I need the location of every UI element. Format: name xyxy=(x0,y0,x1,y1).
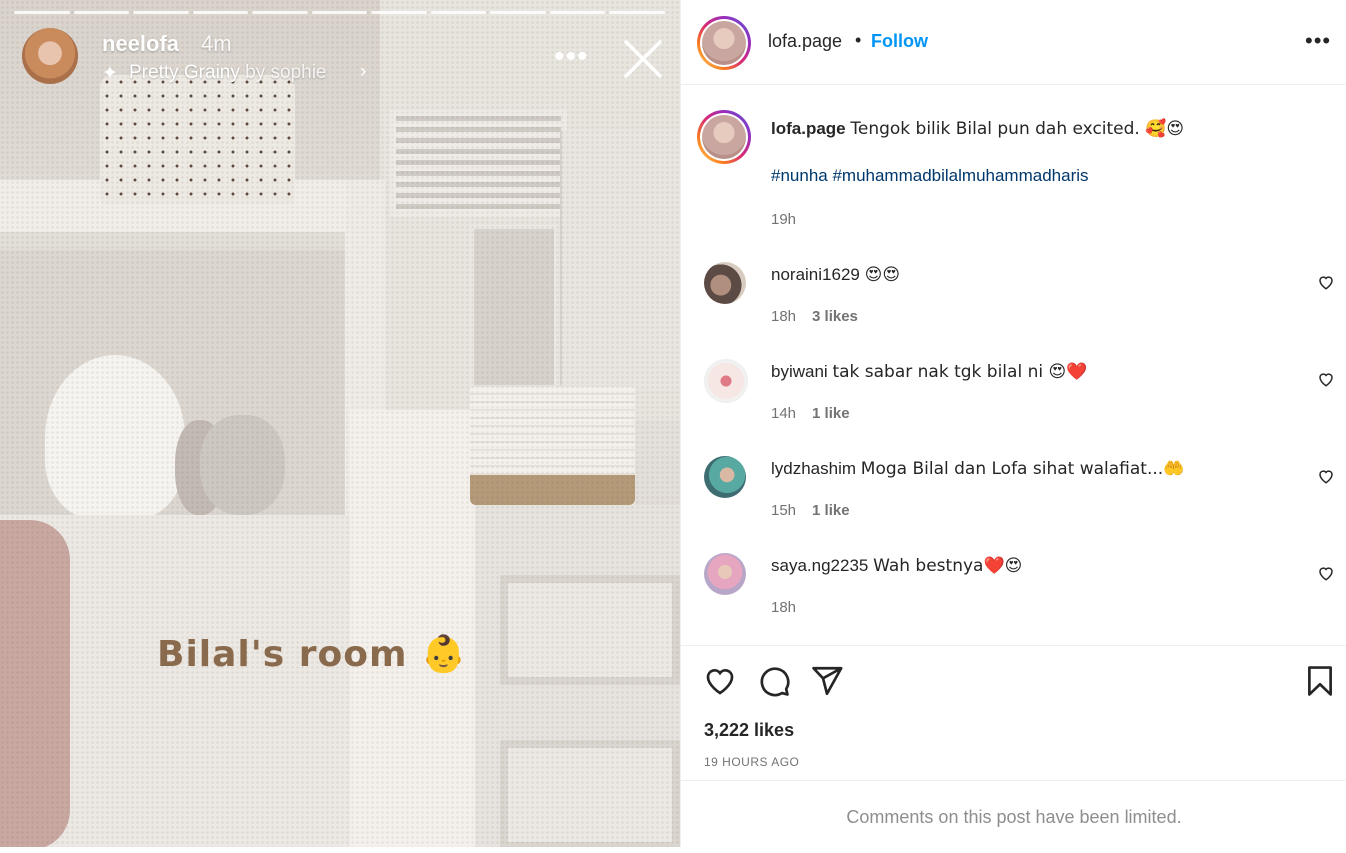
comment-username[interactable]: saya.ng2235 xyxy=(771,556,868,575)
post-username[interactable]: lofa.page xyxy=(768,31,842,52)
avatar[interactable] xyxy=(22,28,78,84)
avatar[interactable] xyxy=(704,359,748,403)
story-text-sticker: Bilal's room 👶 xyxy=(157,634,467,675)
story-username[interactable]: neelofa xyxy=(102,31,179,57)
rope-basket-rim xyxy=(470,475,635,505)
avatar[interactable] xyxy=(697,110,751,164)
post-panel: lofa.page • Follow ••• lofa.page Tengok … xyxy=(680,0,1346,847)
comment-text: 😍😍 xyxy=(864,265,901,285)
comment-time: 18h xyxy=(771,599,797,616)
floral-cushion xyxy=(0,520,70,847)
story-timestamp: 4m xyxy=(201,31,232,56)
progress-segment xyxy=(73,11,130,14)
progress-segment xyxy=(371,11,427,14)
caption-time: 19h xyxy=(771,211,797,228)
chevron-right-icon[interactable]: › xyxy=(360,61,366,83)
comment-time: 14h xyxy=(771,405,797,422)
comments-limited-notice: Comments on this post have been limited. xyxy=(681,780,1346,848)
comment-icon[interactable] xyxy=(757,664,791,698)
progress-segment xyxy=(549,11,606,14)
filter-link[interactable]: Pretty Grainy by sophie xyxy=(129,62,327,84)
sparkle-icon: ✦ xyxy=(102,63,118,84)
progress-segment xyxy=(430,11,487,14)
likes-count[interactable]: 3,222 likes xyxy=(704,720,794,741)
close-icon[interactable] xyxy=(622,38,664,80)
heart-icon[interactable] xyxy=(1317,273,1335,291)
caption: lofa.page Tengok bilik Bilal pun dah exc… xyxy=(771,118,1184,140)
avatar[interactable] xyxy=(704,456,746,498)
progress-segment xyxy=(14,11,70,14)
filter-author: by sophie xyxy=(245,62,327,83)
wardrobe xyxy=(560,130,680,390)
comment-username[interactable]: byiwani xyxy=(771,362,828,381)
air-vent xyxy=(390,110,567,217)
avatar[interactable] xyxy=(704,553,746,595)
dotted-basket xyxy=(100,75,295,205)
comment-text: Moga Bilal dan Lofa sihat walafiat...🤲 xyxy=(860,459,1185,479)
dresser-drawer xyxy=(500,740,680,847)
filter-name: Pretty Grainy xyxy=(129,62,240,83)
lamb-plush xyxy=(200,415,285,515)
comment-likes[interactable]: 3 likes xyxy=(812,308,858,325)
progress-segment xyxy=(252,11,308,14)
comment-username[interactable]: lydzhashim xyxy=(771,459,856,478)
caption-text: Tengok bilik Bilal pun dah excited. 🥰😍 xyxy=(850,119,1185,139)
heart-icon[interactable] xyxy=(1317,467,1335,485)
heart-icon[interactable] xyxy=(1317,564,1335,582)
paper-plane-icon[interactable] xyxy=(810,664,844,698)
heart-icon[interactable] xyxy=(1317,370,1335,388)
avatar[interactable] xyxy=(704,262,746,304)
progress-segment xyxy=(490,11,546,14)
post-header: lofa.page • Follow ••• xyxy=(681,0,1346,85)
cubby-shelf xyxy=(470,225,558,393)
dresser-drawer xyxy=(500,575,680,685)
separator-dot: • xyxy=(855,30,862,50)
comment-username[interactable]: noraini1629 xyxy=(771,265,860,284)
cat-plush xyxy=(45,355,185,520)
progress-segment xyxy=(609,11,666,14)
caption-username[interactable]: lofa.page xyxy=(771,119,846,138)
storage-bag xyxy=(350,410,475,847)
comment-text: Wah bestnya❤️😍 xyxy=(873,556,1023,576)
follow-button[interactable]: Follow xyxy=(871,31,928,52)
more-horizontal-icon[interactable]: ••• xyxy=(1305,28,1331,54)
comment-time: 15h xyxy=(771,502,797,519)
story-viewer[interactable]: neelofa 4m ✦ Pretty Grainy by sophie › •… xyxy=(0,0,680,847)
comment-likes[interactable]: 1 like xyxy=(812,502,850,519)
comment-likes[interactable]: 1 like xyxy=(812,405,850,422)
story-progress-bar xyxy=(14,11,666,14)
heart-icon[interactable] xyxy=(703,664,737,698)
more-horizontal-icon[interactable]: ••• xyxy=(554,42,589,72)
progress-segment xyxy=(311,11,368,14)
bookmark-icon[interactable] xyxy=(1303,664,1337,698)
caption-hashtags[interactable]: #nunha #muhammadbilalmuhammadharis xyxy=(771,166,1089,186)
progress-segment xyxy=(192,11,249,14)
avatar[interactable] xyxy=(697,16,751,70)
comment-time: 18h xyxy=(771,308,797,325)
progress-segment xyxy=(133,11,189,14)
post-time: 19 HOURS AGO xyxy=(704,755,800,769)
comment-text: tak sabar nak tgk bilal ni 😍❤️ xyxy=(832,362,1088,382)
